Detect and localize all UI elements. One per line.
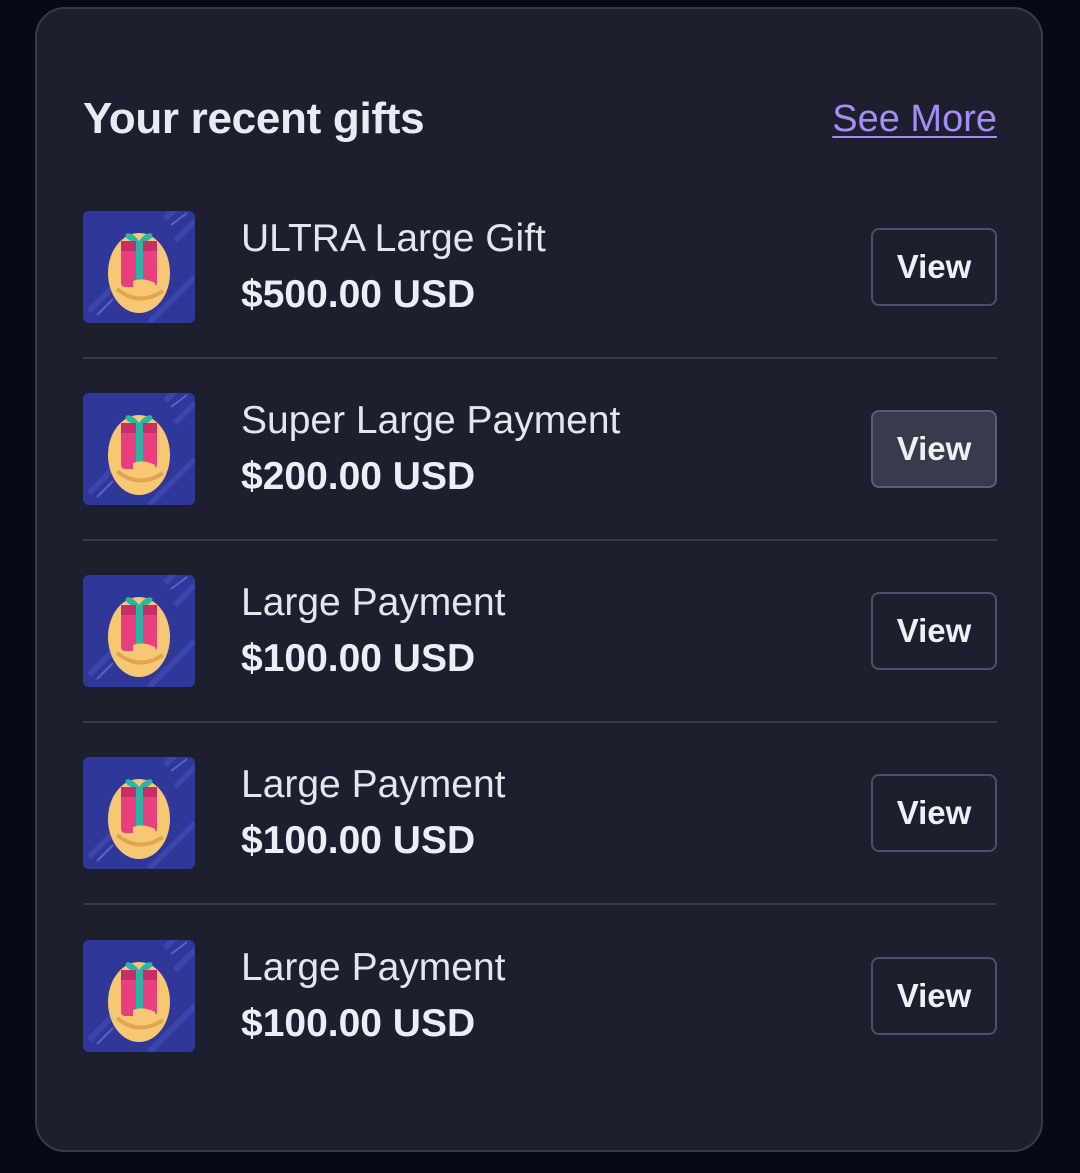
recent-gifts-card: Your recent gifts See More ULTRA Large G…: [35, 7, 1043, 1152]
gift-list: ULTRA Large Gift $500.00 USD View Super …: [83, 177, 997, 1087]
gift-amount: $100.00 USD: [241, 637, 476, 680]
gift-info: Large Payment $100.00 USD: [241, 945, 871, 1047]
gift-name: Large Payment: [241, 946, 506, 989]
gift-amount: $100.00 USD: [241, 1002, 476, 1045]
gift-in-hand-icon: [83, 211, 195, 323]
gift-in-hand-icon: [83, 757, 195, 869]
view-button[interactable]: View: [871, 410, 997, 488]
gift-list-item: Super Large Payment $200.00 USD View: [83, 359, 997, 541]
gift-amount: $100.00 USD: [241, 819, 476, 862]
view-button[interactable]: View: [871, 592, 997, 670]
gift-list-item: Large Payment $100.00 USD View: [83, 541, 997, 723]
gift-amount: $200.00 USD: [241, 455, 476, 498]
gift-info: Large Payment $100.00 USD: [241, 762, 871, 864]
gift-info: Super Large Payment $200.00 USD: [241, 398, 871, 500]
gift-name: Super Large Payment: [241, 399, 621, 442]
gift-name: Large Payment: [241, 581, 506, 624]
card-header: Your recent gifts See More: [83, 87, 997, 151]
gift-list-item: Large Payment $100.00 USD View: [83, 905, 997, 1087]
gift-in-hand-icon: [83, 393, 195, 505]
card-title: Your recent gifts: [83, 94, 425, 143]
gift-info: Large Payment $100.00 USD: [241, 580, 871, 682]
gift-amount: $500.00 USD: [241, 273, 476, 316]
see-more-link[interactable]: See More: [832, 98, 997, 141]
gift-name: ULTRA Large Gift: [241, 217, 546, 260]
gift-name: Large Payment: [241, 763, 506, 806]
view-button[interactable]: View: [871, 957, 997, 1035]
gift-list-item: ULTRA Large Gift $500.00 USD View: [83, 177, 997, 359]
gift-info: ULTRA Large Gift $500.00 USD: [241, 216, 871, 318]
view-button[interactable]: View: [871, 774, 997, 852]
gift-in-hand-icon: [83, 940, 195, 1052]
gift-list-item: Large Payment $100.00 USD View: [83, 723, 997, 905]
gift-in-hand-icon: [83, 575, 195, 687]
view-button[interactable]: View: [871, 228, 997, 306]
